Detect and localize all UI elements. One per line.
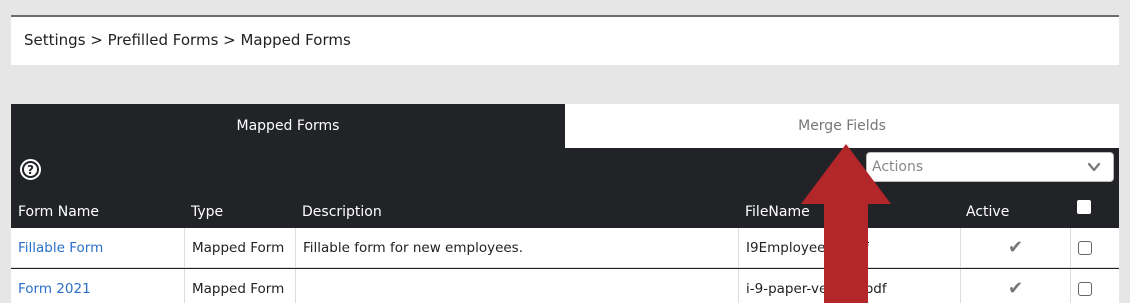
form-description: Fillable form for new employees. (296, 228, 739, 267)
active-check-icon: ✔ (1007, 237, 1024, 258)
column-header-active[interactable]: Active (966, 204, 1009, 220)
breadcrumb: Settings > Prefilled Forms > Mapped Form… (11, 17, 1119, 65)
form-name-link[interactable]: Form 2021 (18, 281, 91, 297)
column-header-form-name[interactable]: Form Name (18, 204, 99, 220)
tab-bar: Mapped Forms Merge Fields (11, 104, 1119, 148)
column-header-description[interactable]: Description (302, 204, 382, 220)
tab-mapped-forms[interactable]: Mapped Forms (11, 104, 565, 148)
form-type: Mapped Form (185, 269, 296, 303)
active-check-icon: ✔ (1007, 278, 1024, 299)
select-all-checkbox[interactable] (1077, 200, 1091, 214)
row-checkbox[interactable] (1078, 281, 1092, 296)
table-row: Fillable Form Mapped Form Fillable form … (11, 228, 1119, 268)
row-checkbox[interactable] (1078, 240, 1092, 255)
table-row: Form 2021 Mapped Form i-9-paper-version.… (11, 269, 1119, 303)
chevron-down-icon (1087, 162, 1101, 172)
form-description (296, 269, 739, 303)
question-circle-icon[interactable]: ? (20, 159, 41, 180)
column-header-type[interactable]: Type (191, 204, 223, 220)
form-type: Mapped Form (185, 228, 296, 267)
form-name-link[interactable]: Fillable Form (18, 240, 103, 256)
red-up-arrow-icon (801, 144, 891, 303)
table-header: Form Name Type Description FileName Acti… (11, 200, 1119, 228)
actions-dropdown[interactable]: Actions (866, 152, 1114, 182)
tab-merge-fields[interactable]: Merge Fields (565, 104, 1119, 148)
mapped-forms-panel: Mapped Forms Merge Fields ? Actions Form… (11, 104, 1119, 303)
